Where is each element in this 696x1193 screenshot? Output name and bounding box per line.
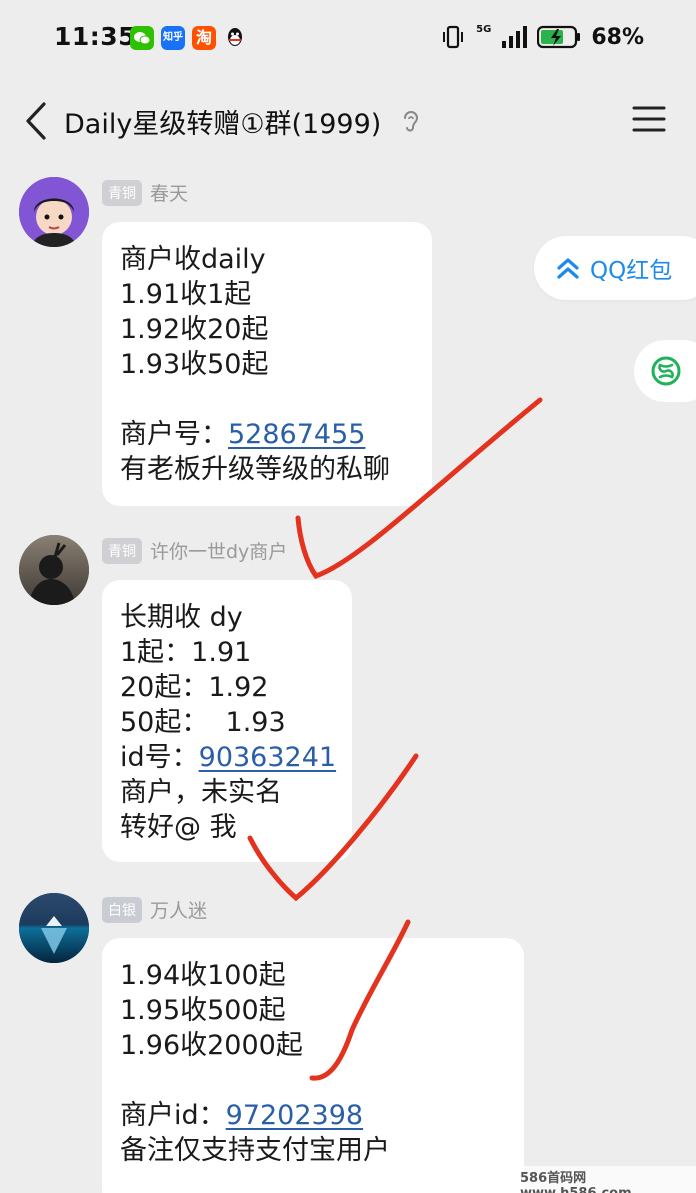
avatar[interactable]	[19, 535, 89, 605]
zhihu-icon: 知乎	[161, 26, 185, 50]
watermark: 586首码网 www.h586.com	[516, 1166, 696, 1193]
message-line: 1.96收2000起	[120, 1030, 303, 1061]
message-line: 商户，未实名	[120, 777, 282, 808]
level-badge: 青铜	[102, 179, 142, 206]
network-type: 5G	[476, 23, 492, 35]
message-line: 长期收 dy	[120, 602, 243, 633]
message-bubble[interactable]: 1.94收100起 1.95收500起 1.96收2000起 商户id：9720…	[102, 938, 524, 1193]
red-packet-label: QQ红包	[590, 258, 673, 284]
menu-icon[interactable]	[632, 104, 666, 134]
message-line	[120, 1063, 506, 1098]
vibrate-icon	[443, 25, 464, 49]
merchant-id-link[interactable]: 97202398	[226, 1100, 363, 1131]
sender-name[interactable]: 万人迷	[150, 896, 207, 923]
message-meta: 青铜 春天	[102, 179, 188, 206]
level-badge: 白银	[102, 896, 142, 923]
wechat-icon	[130, 26, 154, 50]
message-line: id号：90363241	[120, 740, 336, 775]
avatar[interactable]	[19, 893, 89, 963]
message-bubble[interactable]: 商户收daily 1.91收1起 1.92收20起 1.93收50起 商户号：5…	[102, 222, 432, 506]
status-right: 5G 68%	[440, 22, 644, 52]
message-line: 商户收daily	[120, 244, 266, 275]
message-line: 有老板升级等级的私聊	[120, 454, 390, 485]
message-bubble[interactable]: 长期收 dy 1起：1.91 20起：1.92 50起： 1.93 id号：90…	[102, 580, 352, 862]
qq-icon	[223, 26, 247, 50]
message-line	[120, 382, 414, 417]
message-line: 1.94收100起	[120, 960, 286, 991]
avatar[interactable]	[19, 177, 89, 247]
id-number-link[interactable]: 90363241	[199, 742, 336, 773]
line-prefix: 商户id：	[120, 1100, 226, 1131]
ear-icon[interactable]	[400, 108, 422, 136]
signal-icon	[502, 26, 528, 48]
back-arrow-icon[interactable]	[22, 100, 52, 142]
merchant-number-link[interactable]: 52867455	[228, 419, 365, 450]
message-line: 转好@ 我	[120, 812, 237, 843]
message-meta: 白银 万人迷	[102, 896, 207, 923]
status-time: 11:35	[54, 22, 137, 51]
level-badge: 青铜	[102, 537, 142, 564]
battery-percent: 68%	[591, 24, 644, 50]
message-line: 1.92收20起	[120, 314, 269, 345]
message-line: 1起：1.91	[120, 637, 252, 668]
sender-name[interactable]: 春天	[150, 179, 188, 206]
green-swirl-icon	[651, 356, 681, 386]
qq-red-packet-button[interactable]: QQ红包	[534, 236, 696, 300]
chat-title: Daily星级转赠①群(1999)	[64, 109, 382, 140]
message-line: 备注仅支持支付宝用户	[120, 1135, 390, 1166]
message-line: 1.91收1起	[120, 279, 252, 310]
message-line: 20起：1.92	[120, 672, 269, 703]
line-prefix: id号：	[120, 742, 199, 773]
battery-icon	[537, 25, 581, 49]
message-line: 商户id：97202398	[120, 1098, 506, 1133]
message-line: 1.93收50起	[120, 349, 269, 380]
status-bar: 11:35 知乎 淘 5G 68%	[0, 0, 696, 72]
message-line: 商户号：52867455	[120, 417, 414, 452]
taobao-icon: 淘	[192, 26, 216, 50]
message-line: 1.95收500起	[120, 995, 286, 1026]
message-meta: 青铜 许你一世dy商户	[102, 537, 287, 564]
sender-name[interactable]: 许你一世dy商户	[150, 537, 287, 564]
chat-header: Daily星级转赠①群(1999)	[0, 80, 696, 164]
line-prefix: 商户号：	[120, 419, 228, 450]
double-chevron-up-icon	[557, 258, 579, 279]
side-float-button[interactable]	[634, 340, 696, 402]
message-line: 50起： 1.93	[120, 707, 286, 738]
